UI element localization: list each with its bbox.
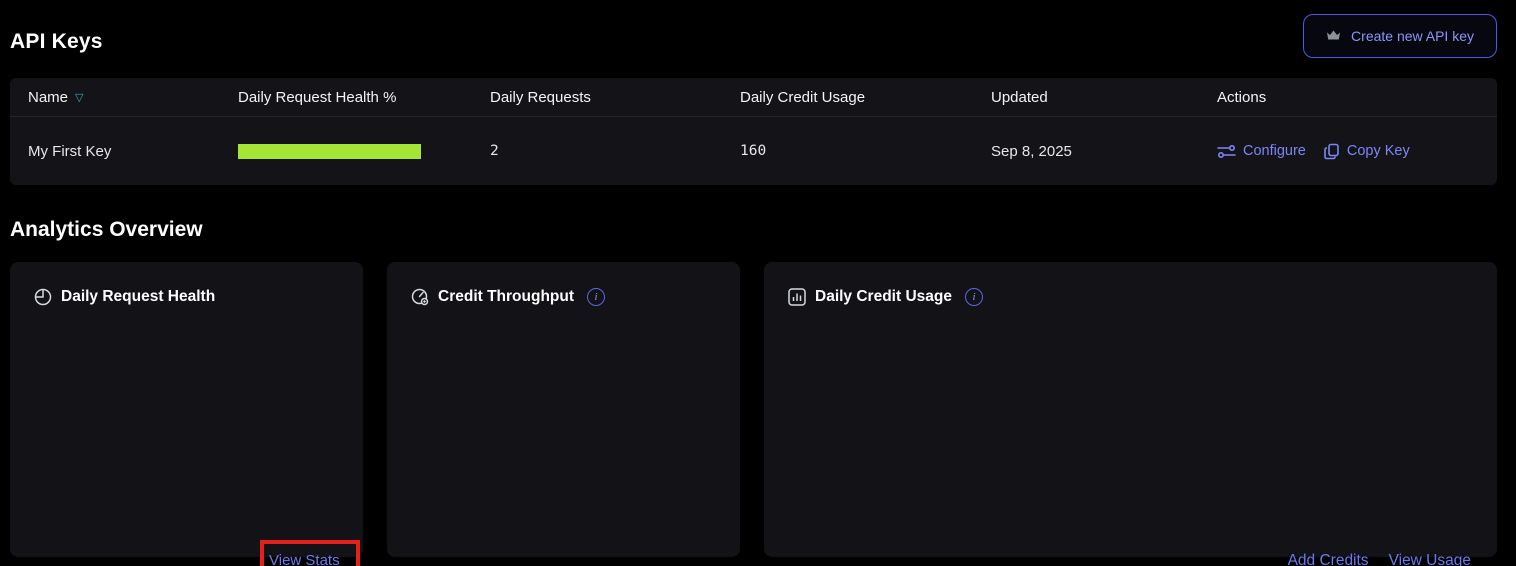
credit-throughput-card: Credit Throughput i Estimated max from t… <box>387 262 740 557</box>
card-title: Credit Throughput <box>438 288 574 306</box>
api-keys-table: Name ▽ Daily Request Health % Daily Requ… <box>10 78 1497 185</box>
health-bar-cell <box>238 117 421 185</box>
column-header-health: Daily Request Health % <box>238 78 396 117</box>
add-credits-link[interactable]: Add Credits <box>1288 552 1369 566</box>
view-usage-link[interactable]: View Usage <box>1389 552 1471 566</box>
view-stats-link[interactable]: View Stats <box>269 552 340 566</box>
daily-request-health-card: Daily Request Health View Stats 2 Total … <box>10 262 363 557</box>
copy-icon <box>1324 143 1340 160</box>
pie-chart-icon <box>34 288 52 306</box>
health-percent-bar <box>238 144 421 159</box>
table-header: Name ▽ Daily Request Health % Daily Requ… <box>10 78 1497 117</box>
sort-down-icon[interactable]: ▽ <box>75 91 83 104</box>
daily-credit-usage-card: Daily Credit Usage i Add Credits View Us… <box>764 262 1497 557</box>
column-header-credit-usage: Daily Credit Usage <box>740 78 865 117</box>
page-title: API Keys <box>10 30 103 54</box>
column-header-name[interactable]: Name ▽ <box>28 78 83 117</box>
gauge-icon <box>411 288 429 306</box>
daily-credit-usage-value: 160 <box>740 117 766 185</box>
crown-icon <box>1326 29 1341 44</box>
configure-button[interactable]: Configure <box>1217 143 1306 159</box>
column-header-updated: Updated <box>991 78 1048 117</box>
daily-requests-value: 2 <box>490 117 499 185</box>
card-title: Daily Request Health <box>61 288 215 306</box>
table-row: My First Key 2 160 Sep 8, 2025 <box>10 117 1497 185</box>
actions-cell: Configure Copy Key <box>1217 117 1410 185</box>
dashboard: API Keys Create new API key Name ▽ Daily… <box>0 0 1516 566</box>
sliders-icon <box>1217 144 1236 159</box>
info-icon[interactable]: i <box>965 288 983 306</box>
create-api-key-label: Create new API key <box>1351 28 1474 44</box>
copy-key-button[interactable]: Copy Key <box>1324 143 1410 160</box>
updated-date: Sep 8, 2025 <box>991 117 1072 185</box>
info-icon[interactable]: i <box>587 288 605 306</box>
analytics-overview-title: Analytics Overview <box>10 218 203 242</box>
column-header-requests: Daily Requests <box>490 78 591 117</box>
api-key-name: My First Key <box>28 117 111 185</box>
create-api-key-button[interactable]: Create new API key <box>1303 14 1497 58</box>
bar-chart-icon <box>788 288 806 306</box>
card-title: Daily Credit Usage <box>815 288 952 306</box>
column-header-actions: Actions <box>1217 78 1266 117</box>
